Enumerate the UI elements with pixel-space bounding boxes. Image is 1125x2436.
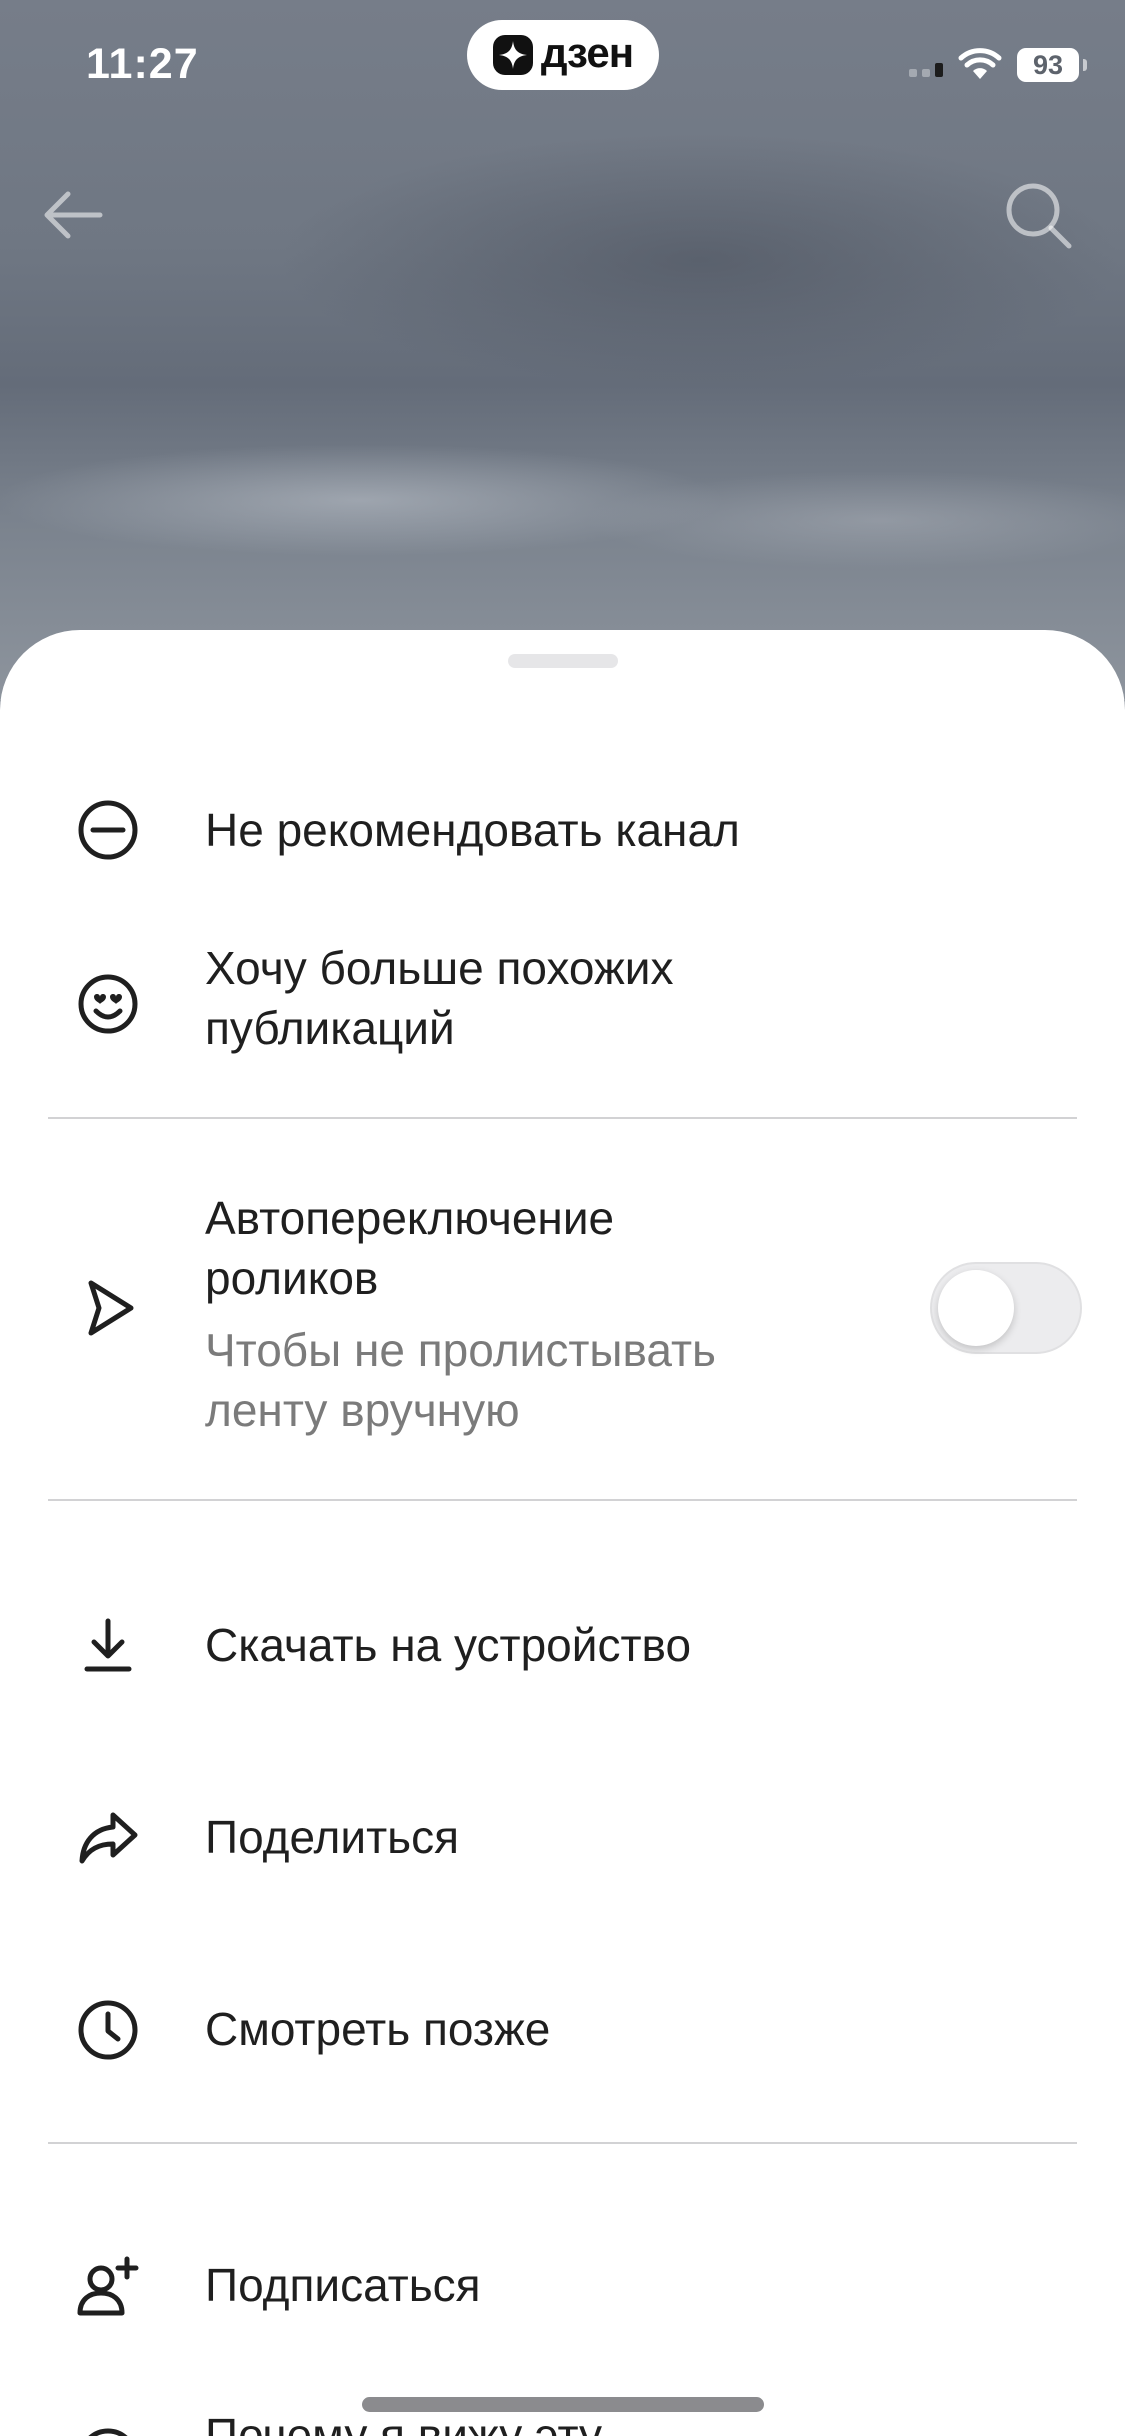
label-line: Хочу больше похожих — [205, 942, 674, 994]
description-line: Чтобы не пролистывать — [205, 1324, 717, 1376]
search-icon — [1006, 183, 1072, 249]
menu-item-not-recommend[interactable]: Не рекомендовать канал — [0, 750, 1125, 910]
cellular-signal-icon — [909, 53, 943, 77]
label-line: публикаций — [205, 1002, 455, 1054]
autoplay-toggle[interactable] — [930, 1262, 1082, 1354]
status-indicators: 93 — [909, 48, 1087, 82]
user-plus-icon — [72, 2252, 144, 2324]
download-icon — [72, 1610, 144, 1682]
menu-item-subscribe[interactable]: Подписаться — [0, 2200, 1125, 2370]
label-line: Автопереключение — [205, 1192, 615, 1244]
menu-item-label: Хочу больше похожих публикаций — [205, 938, 673, 1058]
menu-item-more-similar[interactable]: Хочу больше похожих публикаций — [0, 920, 1125, 1090]
divider — [48, 1499, 1077, 1501]
description-line: ленту вручную — [205, 1384, 520, 1436]
arrow-left-icon — [44, 191, 103, 239]
sheet-grabber[interactable] — [508, 654, 618, 668]
menu-item-label: Смотреть позже — [205, 2003, 551, 2055]
dzen-logo-icon — [492, 35, 533, 75]
minus-circle-icon — [72, 794, 144, 866]
options-sheet: Не рекомендовать канал Хочу больше похож… — [0, 630, 1125, 2436]
status-time: 11:27 — [86, 40, 199, 88]
search-button[interactable] — [1001, 178, 1075, 252]
menu-item-label: Скачать на устройство — [205, 1619, 692, 1671]
menu-item-label: Подписаться — [205, 2259, 481, 2311]
battery-indicator: 93 — [1017, 48, 1087, 82]
menu-item-download[interactable]: Скачать на устройство — [0, 1560, 1125, 1730]
smiling-face-icon — [72, 968, 144, 1040]
menu-item-description: Чтобы не пролистывать ленту вручную — [205, 1320, 716, 1440]
toggle-knob — [938, 1270, 1014, 1346]
info-icon — [72, 2422, 144, 2436]
app-badge: дзен — [467, 20, 659, 90]
menu-item-label: Автопереключение роликов Чтобы не пролис… — [205, 1188, 716, 1440]
menu-item-label: Не рекомендовать канал — [205, 804, 740, 856]
play-outline-icon — [72, 1272, 144, 1344]
menu-item-label: Поделиться — [205, 1811, 460, 1863]
clock-icon — [72, 1994, 144, 2066]
label-line: роликов — [205, 1252, 379, 1304]
app-name: дзен — [540, 29, 634, 76]
divider — [48, 2142, 1077, 2144]
menu-item-share[interactable]: Поделиться — [0, 1752, 1125, 1922]
divider — [48, 1117, 1077, 1119]
home-indicator[interactable] — [362, 2397, 764, 2412]
menu-item-watch-later[interactable]: Смотреть позже — [0, 1944, 1125, 2114]
video-background — [0, 0, 1125, 700]
wifi-icon — [958, 48, 1002, 79]
back-button[interactable] — [38, 180, 108, 250]
menu-item-autoplay[interactable]: Автопереключение роликов Чтобы не пролис… — [0, 1130, 1125, 1500]
share-arrow-icon — [72, 1802, 144, 1874]
